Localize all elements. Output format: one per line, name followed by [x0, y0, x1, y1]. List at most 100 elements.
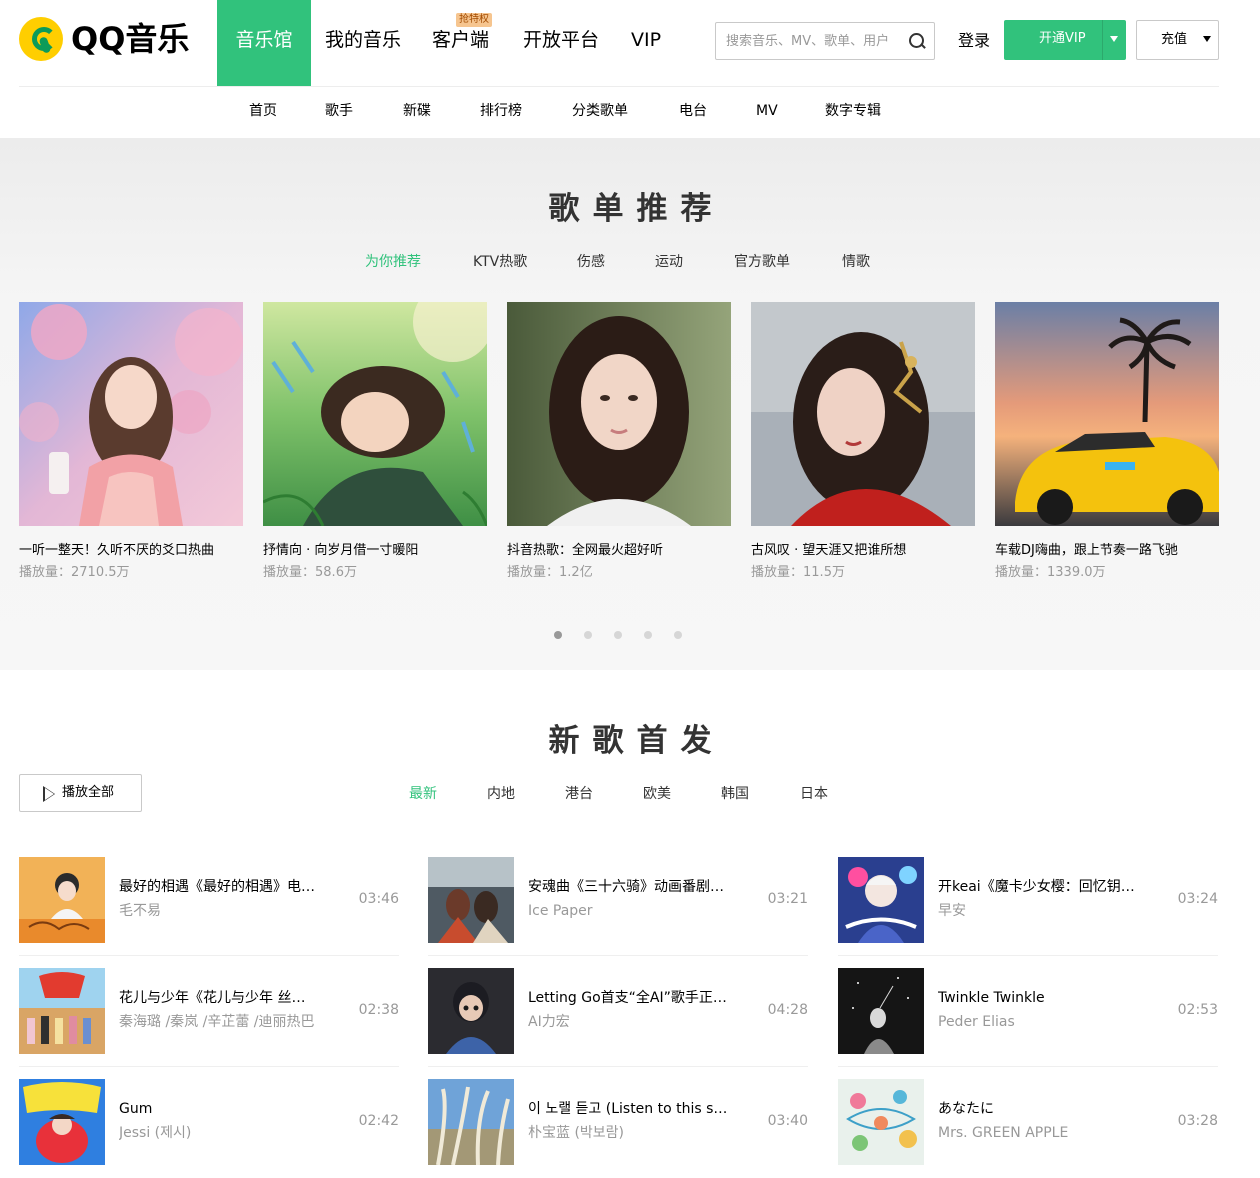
- playlist-tab-sad[interactable]: 伤感: [577, 252, 605, 272]
- playlist-tab-ktv[interactable]: KTV热歌: [473, 252, 527, 272]
- playlist-title[interactable]: 车载DJ嗨曲，跟上节奏一路飞驰: [995, 542, 1225, 560]
- playlist-card[interactable]: 抒情向 · 向岁月借一寸暖阳 播放量：58.6万: [263, 302, 487, 580]
- song-artist[interactable]: Ice Paper: [528, 901, 728, 921]
- song-name[interactable]: 이 노랠 듣고 (Listen to this song): [528, 1099, 728, 1119]
- song-item[interactable]: Twinkle Twinkle Peder Elias 02:53: [838, 968, 1218, 1067]
- logo[interactable]: QQ音乐: [19, 17, 189, 61]
- song-cover[interactable]: [428, 857, 514, 943]
- plays-count: 11.5万: [803, 565, 845, 580]
- subnav-mv[interactable]: MV: [756, 87, 778, 135]
- subnav-categories[interactable]: 分类歌单: [572, 87, 628, 135]
- playlist-card[interactable]: 车载DJ嗨曲，跟上节奏一路飞驰 播放量：1339.0万: [995, 302, 1219, 580]
- playlist-tab-for-you[interactable]: 为你推荐: [365, 252, 421, 272]
- song-item[interactable]: Gum Jessi (제시) 02:42: [19, 1079, 399, 1165]
- play-icon: [43, 786, 55, 802]
- song-name[interactable]: 花儿与少年《花儿与少年 丝路季》: [119, 988, 319, 1008]
- new-songs-tab-mainland[interactable]: 内地: [487, 784, 515, 804]
- playlist-cover[interactable]: [19, 302, 243, 526]
- playlist-tab-sport[interactable]: 运动: [655, 252, 683, 272]
- song-artist[interactable]: Mrs. GREEN APPLE: [938, 1123, 1138, 1143]
- topnav-label: 音乐馆: [235, 29, 293, 51]
- song-name[interactable]: あなたに: [938, 1099, 1138, 1119]
- qq-music-logo-icon: [19, 17, 63, 61]
- search-icon[interactable]: [909, 33, 924, 48]
- song-cover[interactable]: [838, 1079, 924, 1165]
- playlist-plays: 播放量：1.2亿: [507, 564, 593, 582]
- subnav-new-albums[interactable]: 新碟: [403, 87, 431, 135]
- carousel-dot[interactable]: [644, 631, 652, 639]
- charge-button[interactable]: 充值: [1136, 20, 1219, 60]
- new-songs-tab-hktw[interactable]: 港台: [565, 784, 593, 804]
- carousel-dot[interactable]: [554, 631, 562, 639]
- search-input[interactable]: [716, 23, 904, 59]
- caret-down-icon[interactable]: [1110, 36, 1118, 42]
- playlist-card[interactable]: 一听一整天！久听不厌的爻口热曲 播放量：2710.5万: [19, 302, 243, 580]
- song-cover[interactable]: [838, 857, 924, 943]
- plays-count: 58.6万: [315, 565, 357, 580]
- song-name[interactable]: 安魂曲《三十六骑》动画番剧主题曲: [528, 877, 728, 897]
- playlist-tab-official[interactable]: 官方歌单: [734, 252, 790, 272]
- playlist-cover[interactable]: [507, 302, 731, 526]
- song-item[interactable]: 이 노랠 듣고 (Listen to this song) 朴宝蓝 (박보람) …: [428, 1079, 808, 1165]
- subnav-home[interactable]: 首页: [249, 87, 277, 135]
- song-cover[interactable]: [838, 968, 924, 1054]
- topnav-vip[interactable]: VIP: [622, 0, 682, 86]
- song-name[interactable]: Twinkle Twinkle: [938, 988, 1138, 1008]
- song-cover[interactable]: [428, 968, 514, 1054]
- song-item[interactable]: 最好的相遇《最好的相遇》电影宣传推广曲 毛不易 03:46: [19, 857, 399, 956]
- song-artist[interactable]: Peder Elias: [938, 1012, 1138, 1032]
- playlist-cover[interactable]: [263, 302, 487, 526]
- playlist-title[interactable]: 抒情向 · 向岁月借一寸暖阳: [263, 542, 493, 560]
- carousel-dot[interactable]: [584, 631, 592, 639]
- song-artist[interactable]: AI力宏: [528, 1012, 728, 1032]
- playlist-card[interactable]: 抖音热歌：全网最火超好听 播放量：1.2亿: [507, 302, 731, 580]
- topnav-client[interactable]: 客户端 抢特权: [419, 0, 515, 86]
- song-artist[interactable]: 朴宝蓝 (박보람): [528, 1123, 728, 1143]
- subnav-charts[interactable]: 排行榜: [480, 87, 522, 135]
- subnav-digital-albums[interactable]: 数字专辑: [825, 87, 881, 135]
- song-cover[interactable]: [19, 1079, 105, 1165]
- song-cover[interactable]: [19, 968, 105, 1054]
- song-item[interactable]: 花儿与少年《花儿与少年 丝路季》 秦海璐 /秦岚 /辛芷蕾 /迪丽热巴 02:3…: [19, 968, 399, 1067]
- song-item[interactable]: 安魂曲《三十六骑》动画番剧主题曲 Ice Paper 03:21: [428, 857, 808, 956]
- play-all-button[interactable]: 播放全部: [19, 774, 142, 812]
- playlist-cover[interactable]: [995, 302, 1219, 526]
- carousel-dot[interactable]: [674, 631, 682, 639]
- playlist-plays: 播放量：11.5万: [751, 564, 845, 582]
- playlist-title[interactable]: 古风叹 · 望天涯又把谁所想: [751, 542, 981, 560]
- song-duration: 03:21: [767, 891, 808, 907]
- topnav-open-platform[interactable]: 开放平台: [515, 0, 622, 86]
- playlist-tab-love[interactable]: 情歌: [842, 252, 870, 272]
- subnav-singers[interactable]: 歌手: [325, 87, 353, 135]
- new-songs-tab-western[interactable]: 欧美: [643, 784, 671, 804]
- new-songs-tab-latest[interactable]: 最新: [409, 784, 437, 804]
- topnav-music-hall[interactable]: 音乐馆: [217, 0, 311, 86]
- new-songs-tab-korea[interactable]: 韩国: [721, 784, 749, 804]
- song-artist[interactable]: Jessi (제시): [119, 1123, 319, 1143]
- playlist-title[interactable]: 抖音热歌：全网最火超好听: [507, 542, 737, 560]
- song-name[interactable]: 最好的相遇《最好的相遇》电影宣传推广曲: [119, 877, 319, 897]
- topnav-my-music[interactable]: 我的音乐: [311, 0, 419, 86]
- playlist-title[interactable]: 一听一整天！久听不厌的爻口热曲: [19, 542, 249, 560]
- new-songs-tab-japan[interactable]: 日本: [800, 784, 828, 804]
- carousel-dot[interactable]: [614, 631, 622, 639]
- caret-down-icon[interactable]: [1203, 36, 1211, 42]
- song-cover[interactable]: [19, 857, 105, 943]
- song-artist[interactable]: 早安: [938, 901, 1138, 921]
- song-item[interactable]: あなたに Mrs. GREEN APPLE 03:28: [838, 1079, 1218, 1165]
- song-artist[interactable]: 秦海璐 /秦岚 /辛芷蕾 /迪丽热巴: [119, 1012, 319, 1032]
- open-vip-button[interactable]: 开通VIP: [1004, 20, 1126, 60]
- login-link[interactable]: 登录: [958, 29, 990, 53]
- song-name[interactable]: Letting Go首支“全AI”歌手正式出道: [528, 988, 728, 1008]
- privilege-badge: 抢特权: [456, 13, 492, 27]
- playlist-card[interactable]: 古风叹 · 望天涯又把谁所想 播放量：11.5万: [751, 302, 975, 580]
- subnav-radio[interactable]: 电台: [679, 87, 707, 135]
- playlist-cover[interactable]: [751, 302, 975, 526]
- song-cover[interactable]: [428, 1079, 514, 1165]
- song-name[interactable]: Gum: [119, 1099, 319, 1119]
- song-name[interactable]: 开keai《魔卡少女樱：回忆钥匙》: [938, 877, 1138, 897]
- plays-label: 播放量：: [19, 565, 72, 580]
- song-artist[interactable]: 毛不易: [119, 901, 319, 921]
- song-item[interactable]: Letting Go首支“全AI”歌手正式出道 AI力宏 04:28: [428, 968, 808, 1067]
- song-item[interactable]: 开keai《魔卡少女樱：回忆钥匙》 早安 03:24: [838, 857, 1218, 956]
